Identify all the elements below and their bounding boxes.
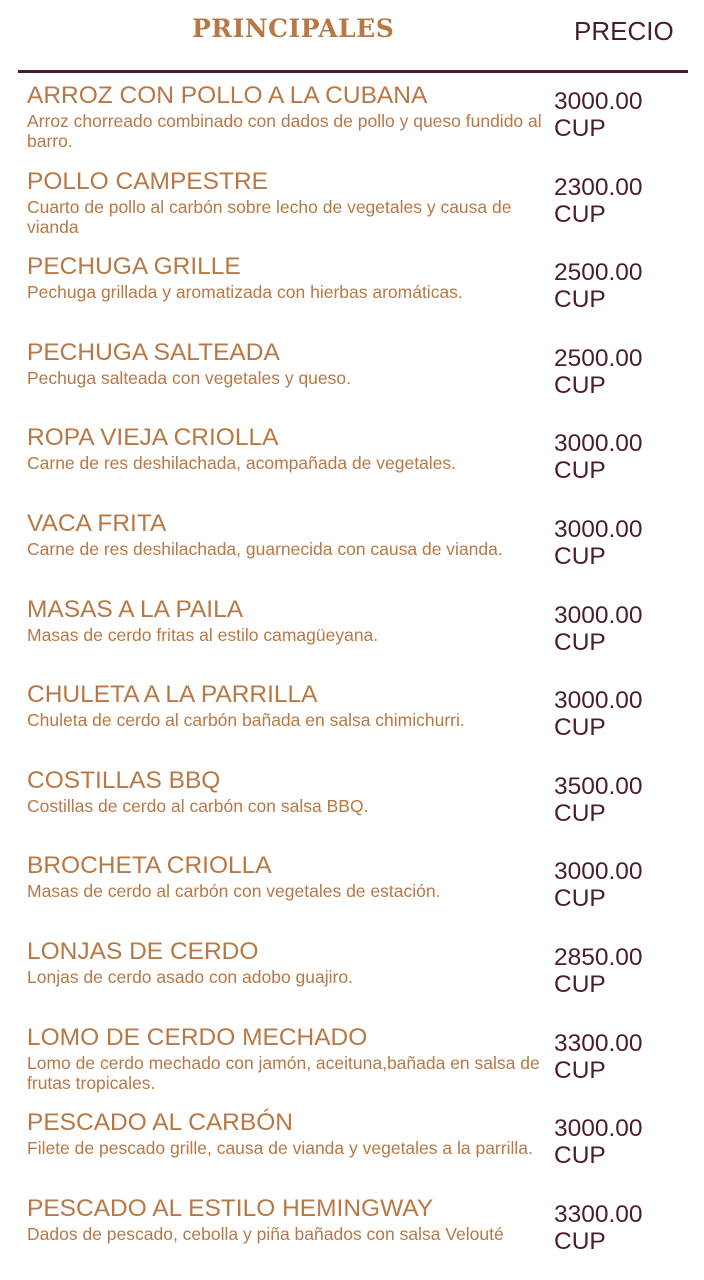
header-divider — [18, 70, 688, 73]
menu-item: LONJAS DE CERDO Lonjas de cerdo asado con… — [0, 936, 704, 1022]
menu-item-description: Chuleta de cerdo al carbón bañada en sal… — [27, 710, 465, 731]
menu-item-price: 3300.00 CUP — [554, 1030, 694, 1084]
menu-item: VACA FRITA Carne de res deshilachada, gua… — [0, 508, 704, 594]
price-amount: 3000.00 — [554, 687, 643, 715]
menu-item: PESCADO AL CARBÓN Filete de pescado grill… — [0, 1107, 704, 1193]
menu-item-name: CHULETA A LA PARRILLA — [27, 681, 318, 709]
price-amount: 3000.00 — [554, 601, 643, 629]
section-title: PRINCIPALES — [192, 14, 395, 43]
menu-item-description: Dados de pescado, cebolla y piña bañados… — [27, 1223, 504, 1244]
price-currency: CUP — [554, 628, 606, 656]
menu-item: POLLO CAMPESTRE Cuarto de pollo al carbón… — [0, 166, 704, 252]
price-currency: CUP — [554, 200, 606, 228]
price-amount: 3300.00 — [554, 1200, 643, 1228]
menu-item-price: 3300.00 CUP — [554, 1201, 694, 1255]
menu-item-list: ARROZ CON POLLO A LA CUBANA Arroz chorrea… — [0, 80, 704, 1278]
price-amount: 3500.00 — [554, 772, 643, 800]
menu-item-name: PECHUGA GRILLE — [27, 253, 241, 281]
menu-item-description: Carne de res deshilachada, guarnecida co… — [27, 538, 503, 559]
menu-item: PECHUGA GRILLE Pechuga grillada y aromati… — [0, 251, 704, 337]
price-amount: 2850.00 — [554, 943, 643, 971]
menu-item-name: VACA FRITA — [27, 509, 167, 537]
price-amount: 2500.00 — [554, 344, 643, 372]
menu-item-price: 3500.00 CUP — [554, 773, 694, 827]
price-amount: 3000.00 — [554, 88, 643, 115]
menu-item: PECHUGA SALTEADA Pechuga salteada con veg… — [0, 337, 704, 423]
menu-item-description: Pechuga grillada y aromatizada con hierb… — [27, 282, 463, 303]
menu-item-description: Carne de res deshilachada, acompañada de… — [27, 453, 457, 474]
menu-item-name: LOMO DE CERDO MECHADO — [27, 1023, 368, 1051]
menu-item: BROCHETA CRIOLLA Masas de cerdo al carbón… — [0, 850, 704, 936]
price-amount: 3000.00 — [554, 515, 643, 543]
price-amount: 3000.00 — [554, 858, 643, 886]
menu-item-price: 3000.00 CUP — [554, 516, 694, 570]
menu-item-name: ROPA VIEJA CRIOLLA — [27, 424, 279, 452]
price-currency: CUP — [554, 799, 606, 827]
price-currency: CUP — [554, 457, 606, 485]
menu-item: MASAS A LA PAILA Masas de cerdo fritas al… — [0, 594, 704, 680]
menu-item-price: 3000.00 CUP — [554, 1115, 694, 1169]
price-currency: CUP — [554, 542, 606, 570]
price-currency: CUP — [554, 885, 606, 913]
price-column-label: PRECIO — [574, 16, 674, 46]
menu-item-description: Lomo de cerdo mechado con jamón, aceitun… — [27, 1052, 540, 1093]
menu-item-price: 2500.00 CUP — [554, 259, 694, 313]
price-amount: 3300.00 — [554, 1029, 643, 1057]
price-currency: CUP — [554, 1227, 606, 1255]
menu-item-name: MASAS A LA PAILA — [27, 595, 244, 623]
menu-item: ARROZ CON POLLO A LA CUBANA Arroz chorrea… — [0, 80, 704, 166]
menu-item-description: Masas de cerdo fritas al estilo camagüey… — [27, 624, 379, 645]
menu-item-description: Costillas de cerdo al carbón con salsa B… — [27, 795, 369, 816]
menu-item-description: Arroz chorreado combinado con dados de p… — [27, 111, 542, 151]
price-amount: 2300.00 — [554, 173, 643, 201]
menu-item-name: BROCHETA CRIOLLA — [27, 852, 272, 880]
menu-item-price: 3000.00 CUP — [554, 858, 694, 912]
price-currency: CUP — [554, 970, 606, 998]
price-currency: CUP — [554, 1056, 606, 1084]
menu-item-name: POLLO CAMPESTRE — [27, 167, 268, 195]
menu-item: CHULETA A LA PARRILLA Chuleta de cerdo al… — [0, 679, 704, 765]
menu-item-name: LONJAS DE CERDO — [27, 937, 259, 965]
menu-item-description: Filete de pescado grille, causa de viand… — [27, 1138, 533, 1159]
price-amount: 2500.00 — [554, 259, 643, 287]
menu-item-price: 2300.00 CUP — [554, 174, 694, 228]
menu-item-price: 2500.00 CUP — [554, 345, 694, 399]
menu-page: PRINCIPALES PRECIO ARROZ CON POLLO A LA … — [0, 0, 704, 1280]
price-currency: CUP — [554, 286, 606, 314]
menu-item-name: PECHUGA SALTEADA — [27, 338, 280, 366]
menu-item: LOMO DE CERDO MECHADO Lomo de cerdo mecha… — [0, 1022, 704, 1108]
menu-header: PRINCIPALES PRECIO — [0, 0, 704, 70]
menu-item: PESCADO AL ESTILO HEMINGWAY Dados de pesc… — [0, 1193, 704, 1279]
menu-item-price: 3000.00 CUP — [554, 88, 694, 142]
menu-item-description: Pechuga salteada con vegetales y queso. — [27, 367, 351, 388]
menu-item-description: Lonjas de cerdo asado con adobo guajiro. — [27, 966, 353, 987]
menu-item-price: 3000.00 CUP — [554, 602, 694, 656]
menu-item-price: 3000.00 CUP — [554, 430, 694, 484]
price-amount: 3000.00 — [554, 430, 643, 458]
menu-item-description: Cuarto de pollo al carbón sobre lecho de… — [27, 196, 512, 237]
menu-item-price: 3000.00 CUP — [554, 687, 694, 741]
menu-item-description: Masas de cerdo al carbón con vegetales d… — [27, 881, 441, 902]
price-amount: 3000.00 — [554, 1115, 643, 1143]
menu-item: COSTILLAS BBQ Costillas de cerdo al carbó… — [0, 765, 704, 851]
menu-item-name: COSTILLAS BBQ — [27, 766, 221, 794]
menu-item-price: 2850.00 CUP — [554, 944, 694, 998]
price-currency: CUP — [554, 1142, 606, 1170]
menu-item-name: ARROZ CON POLLO A LA CUBANA — [27, 82, 428, 109]
menu-item-name: PESCADO AL CARBÓN — [27, 1109, 293, 1137]
price-currency: CUP — [554, 714, 606, 742]
menu-item-name: PESCADO AL ESTILO HEMINGWAY — [27, 1194, 434, 1222]
menu-item: ROPA VIEJA CRIOLLA Carne de res deshilach… — [0, 422, 704, 508]
price-currency: CUP — [554, 115, 606, 142]
price-currency: CUP — [554, 371, 606, 399]
